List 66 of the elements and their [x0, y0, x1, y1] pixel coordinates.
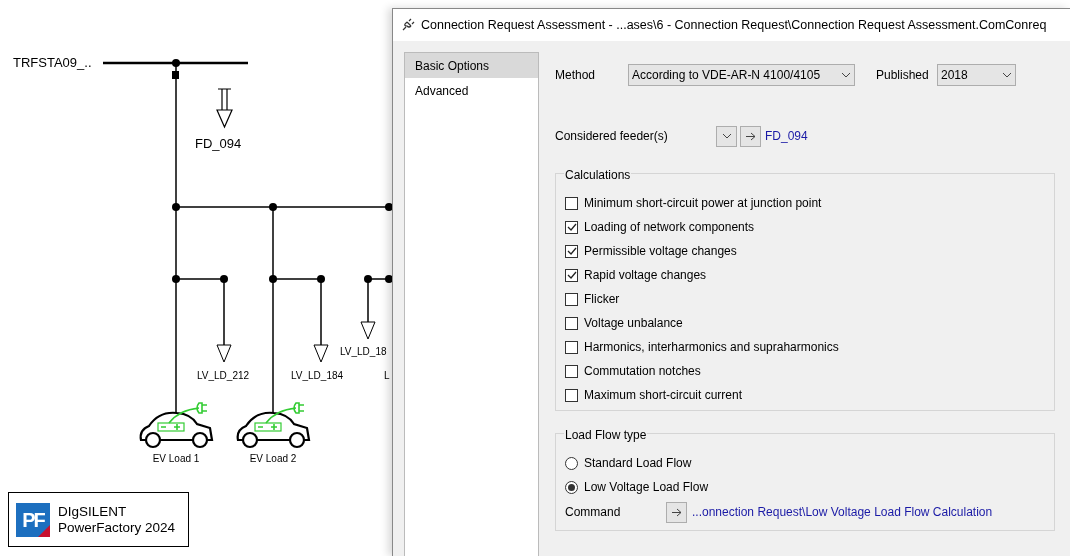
- chevron-down-icon: [721, 133, 732, 139]
- published-label: Published: [876, 67, 930, 84]
- ev-car-icon: [139, 402, 214, 449]
- feeder-label: FD_094: [195, 136, 242, 151]
- checkbox[interactable]: [565, 196, 578, 210]
- load-label: L: [384, 370, 390, 381]
- checkbox[interactable]: [565, 220, 578, 234]
- command-link[interactable]: ...onnection Request\Low Voltage Load Flow Calculation: [692, 503, 993, 521]
- jump-button[interactable]: [666, 501, 687, 523]
- checkbox[interactable]: [565, 388, 578, 402]
- ev-car-icon: [236, 402, 311, 449]
- checkbox[interactable]: [565, 244, 578, 258]
- chevron-down-icon: [841, 72, 851, 78]
- radio-option[interactable]: Low Voltage Load Flow: [565, 475, 1054, 499]
- node-dot: [364, 275, 372, 283]
- ev-load-label: EV Load 2: [249, 453, 297, 464]
- radio-button[interactable]: [565, 456, 578, 470]
- checkbox[interactable]: [565, 292, 578, 306]
- load-label: LV_LD_212: [197, 370, 250, 381]
- breaker-icon: [172, 71, 179, 79]
- node-dot: [172, 275, 180, 283]
- node-dot: [220, 275, 228, 283]
- ev-load-label: EV Load 1: [152, 453, 200, 464]
- nav-item[interactable]: Basic Options: [405, 53, 538, 78]
- node-dot: [317, 275, 325, 283]
- method-label: Method: [555, 67, 597, 84]
- node-dot: [269, 203, 277, 211]
- checkbox-row[interactable]: Rapid voltage changes: [565, 263, 1054, 287]
- checkbox-row[interactable]: Voltage unbalance: [565, 311, 1054, 335]
- checkbox[interactable]: [565, 340, 578, 354]
- feeder-arrow-icon: [216, 88, 233, 128]
- radio-option[interactable]: Standard Load Flow: [565, 451, 1054, 475]
- checkbox-row[interactable]: Commutation notches: [565, 359, 1054, 383]
- published-dropdown[interactable]: 2018: [937, 64, 1016, 86]
- checkbox-row[interactable]: Flicker: [565, 287, 1054, 311]
- load-label: LV_LD_184: [291, 370, 344, 381]
- load-arrow-icon: [313, 344, 329, 363]
- checkbox-row[interactable]: Permissible voltage changes: [565, 239, 1054, 263]
- load-arrow-icon: [360, 321, 376, 340]
- checkbox-row[interactable]: Harmonics, interharmonics and supraharmonics: [565, 335, 1054, 359]
- logo-text: PowerFactory 2024: [58, 519, 176, 536]
- checkbox[interactable]: [565, 268, 578, 282]
- load-label: LV_LD_18: [340, 346, 387, 357]
- node-dot: [172, 203, 180, 211]
- plug-icon: [401, 18, 415, 32]
- node-dot: [269, 275, 277, 283]
- jump-button[interactable]: [740, 125, 761, 147]
- command-label: Command: [565, 504, 622, 521]
- logo-text: DIgSILENT: [58, 503, 128, 520]
- arrow-right-icon: [745, 131, 756, 141]
- feeder-link[interactable]: FD_094: [765, 127, 808, 145]
- busbar-label: TRFSTA09_..: [13, 55, 92, 70]
- checkbox-row[interactable]: Maximum short-circuit current: [565, 383, 1054, 407]
- method-dropdown[interactable]: According to VDE-AR-N 4100/4105: [628, 64, 855, 86]
- radio-button[interactable]: [565, 480, 578, 494]
- load-arrow-icon: [216, 344, 232, 363]
- arrow-right-icon: [671, 507, 682, 517]
- logo-icon: PF: [16, 502, 50, 537]
- feeder-label: Considered feeder(s): [555, 128, 669, 145]
- checkbox[interactable]: [565, 364, 578, 378]
- checkbox-row[interactable]: Loading of network components: [565, 215, 1054, 239]
- node-dot: [172, 59, 180, 67]
- chevron-down-icon: [1002, 72, 1012, 78]
- window-title: Connection Request Assessment - ...ases\6 - Connection Request\Connection Request Assessment.ComConreq: [421, 16, 1047, 34]
- checkbox[interactable]: [565, 316, 578, 330]
- checkbox-row[interactable]: Minimum short-circuit power at junction point: [565, 191, 1054, 215]
